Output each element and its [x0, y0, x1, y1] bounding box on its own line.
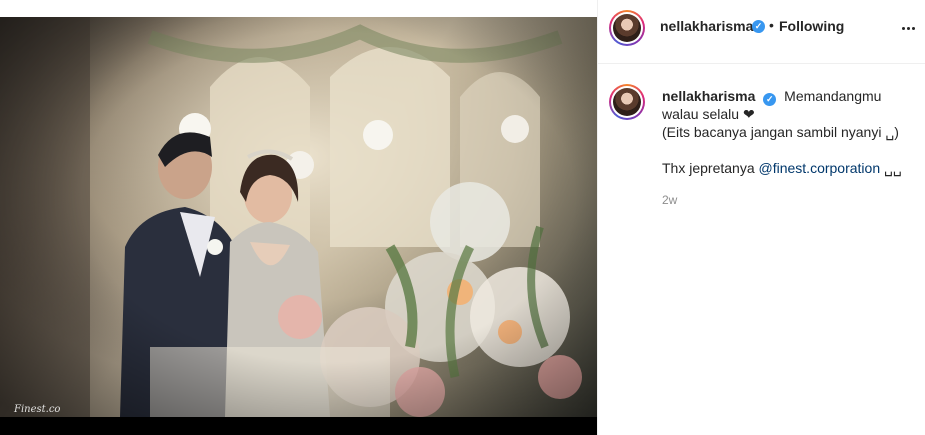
header-separator: •	[769, 17, 774, 33]
mention-link[interactable]: @finest.corporation	[759, 160, 881, 176]
caption-profile-picture	[613, 88, 641, 116]
profile-picture	[613, 14, 641, 42]
post-side-panel: nellakharisma ✓ • Following nellakharism…	[597, 0, 925, 435]
header-avatar[interactable]	[609, 10, 645, 46]
photo-watermark: Finest.co	[14, 404, 61, 415]
following-button[interactable]: Following	[779, 18, 844, 34]
caption-username[interactable]: nellakharisma	[662, 88, 755, 104]
post-header: nellakharisma ✓ • Following	[598, 0, 925, 64]
caption-line-4-end: ␣␣	[880, 160, 902, 176]
post-media[interactable]: Finest.co	[0, 0, 597, 435]
wedding-photo-illustration	[0, 17, 597, 417]
post-photo[interactable]: Finest.co	[0, 17, 597, 417]
post-timestamp[interactable]: 2w	[662, 193, 677, 207]
caption-line-4: Thx jepretanya	[662, 160, 759, 176]
caption-avatar[interactable]	[609, 84, 645, 120]
caption-line-2: walau selalu ❤	[662, 106, 755, 122]
media-bottom-border	[0, 417, 597, 435]
verified-badge-icon: ✓	[752, 20, 765, 33]
post-caption: nellakharisma ✓ Memandangmu walau selalu…	[662, 87, 912, 177]
header-username[interactable]: nellakharisma	[660, 18, 753, 34]
media-top-border	[0, 0, 597, 17]
caption-verified-badge-icon: ✓	[763, 93, 777, 106]
caption-line-1: Memandangmu	[784, 88, 882, 104]
caption-line-3: (Eits bacanya jangan sambil nyanyi ␣)	[662, 124, 899, 140]
more-options-icon[interactable]	[896, 18, 920, 38]
